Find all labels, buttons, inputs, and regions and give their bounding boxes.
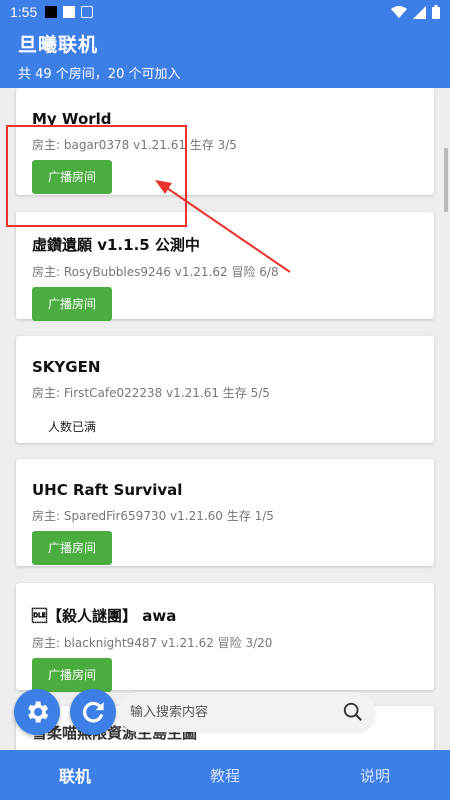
room-card[interactable]: 【殺人謎團】 awa 房主: blacknight9487 v1.21.62 …: [16, 583, 434, 692]
refresh-icon: [82, 701, 104, 723]
tab-tutorial[interactable]: 教程: [150, 750, 300, 800]
room-name: SKYGEN: [32, 358, 101, 376]
tab-instructions[interactable]: 说明: [300, 750, 450, 800]
room-summary: 共 49 个房间，20 个可加入: [18, 67, 181, 82]
bottom-nav: 联机 教程 说明: [0, 750, 450, 800]
broadcast-room-button[interactable]: 广播房间: [32, 658, 112, 692]
gear-icon: [28, 701, 49, 723]
notification-icon: [63, 6, 76, 18]
room-host-info: 房主: blacknight9487 v1.21.62 冒险 3/20: [32, 636, 273, 650]
search-bar[interactable]: [118, 692, 376, 732]
wifi-icon: [391, 6, 407, 18]
signal-icon: [413, 5, 426, 19]
battery-icon: [432, 5, 440, 19]
settings-button[interactable]: [14, 689, 60, 735]
room-card[interactable]: SKYGEN 房主: FirstCafe022238 v1.21.61 生存 5…: [16, 336, 434, 443]
room-host-info: 房主: FirstCafe022238 v1.21.61 生存 5/5: [32, 386, 270, 400]
status-time: 1:55: [10, 4, 38, 20]
search-input[interactable]: [130, 704, 342, 720]
scrollbar-thumb[interactable]: [444, 148, 448, 212]
broadcast-room-button[interactable]: 广播房间: [32, 287, 112, 321]
status-bar: 1:55: [0, 0, 450, 24]
broadcast-room-button[interactable]: 广播房间: [32, 531, 112, 565]
room-card[interactable]: 虛鑽遺願 v1.1.5 公測中 房主: RosyBubbles9246 v1.2…: [16, 212, 434, 321]
highlight-box: [6, 125, 187, 227]
tab-online[interactable]: 联机: [0, 750, 150, 800]
room-card[interactable]: UHC Raft Survival 房主: SparedFir659730 v1…: [16, 459, 434, 566]
room-full-label: 人数已满: [48, 420, 97, 434]
app-bar: 旦曦联机 共 49 个房间，20 个可加入: [0, 24, 450, 88]
refresh-button[interactable]: [70, 689, 116, 735]
room-name: 虛鑽遺願 v1.1.5 公測中: [32, 236, 200, 254]
room-host-info: 房主: SparedFir659730 v1.21.60 生存 1/5: [32, 509, 274, 523]
room-name: UHC Raft Survival: [32, 481, 183, 499]
notification-icon: [45, 6, 58, 18]
app-title: 旦曦联机: [18, 34, 99, 56]
notification-icon: [81, 6, 94, 18]
room-host-info: 房主: RosyBubbles9246 v1.21.62 冒险 6/8: [32, 265, 279, 279]
search-icon[interactable]: [342, 701, 364, 723]
room-name: 【殺人謎團】 awa: [32, 607, 177, 625]
